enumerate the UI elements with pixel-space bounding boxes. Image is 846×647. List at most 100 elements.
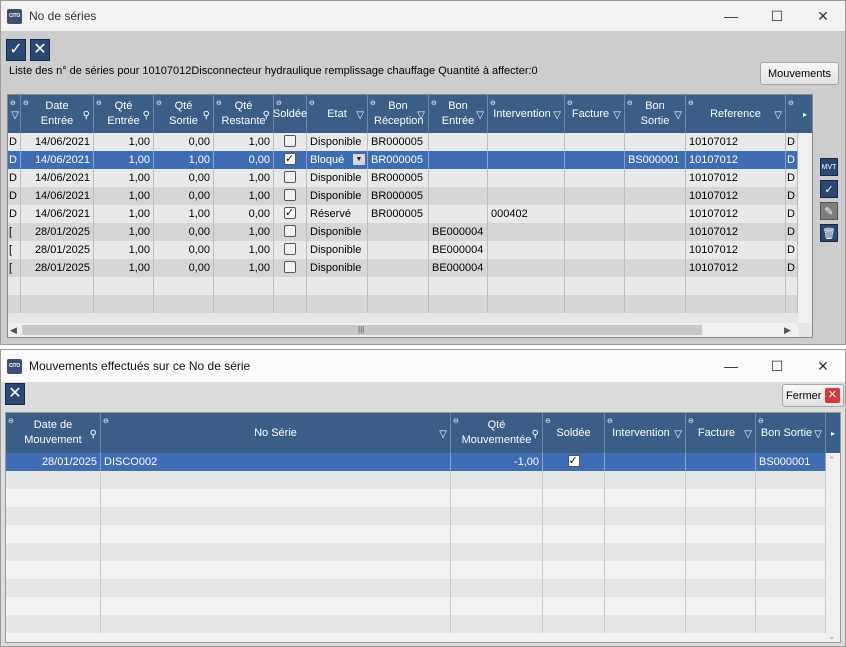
- mouvements-grid: ⊖ Date de Mouvement ⚲ ⊖ No Série ▽ ⊖ Qté Mouv…: [5, 412, 841, 643]
- scroll-right-arrow-icon[interactable]: ▶: [784, 323, 791, 337]
- table-row[interactable]: [28/01/2025 1,00 0,00 1,00 Disponible BE00000…: [8, 241, 798, 259]
- table-row[interactable]: [6, 489, 826, 507]
- series-hscroll[interactable]: ◀ ||| ▶: [8, 323, 798, 337]
- etat-dropdown-icon[interactable]: ▼: [353, 154, 365, 165]
- table-row[interactable]: D 14/06/2021 1,00 0,00 1,00 Disponible BR00000…: [8, 187, 798, 205]
- table-row[interactable]: [6, 543, 826, 561]
- maximize-icon[interactable]: ☐: [754, 1, 800, 31]
- cell-intervention: [488, 151, 565, 169]
- col-header-intervention[interactable]: ⊖ Intervention ▽: [488, 95, 565, 133]
- scroll-right-icon[interactable]: ▸: [826, 413, 840, 453]
- mouvements-vscroll[interactable]: ⌃ ⌄: [826, 453, 840, 642]
- col-header-etat[interactable]: ⊖ Etat ▽: [307, 95, 368, 133]
- col-header-bon-reception[interactable]: ⊖ Bon Réception ▽: [368, 95, 429, 133]
- cell-entree: 1,00: [94, 205, 154, 223]
- col-header-bon-sortie[interactable]: ⊖ Bon Sortie ▽: [756, 413, 826, 453]
- cell-last: D: [786, 169, 798, 187]
- cell-sortie: 1,00: [154, 205, 214, 223]
- close-icon[interactable]: ✕: [800, 350, 845, 382]
- col-header-facture[interactable]: ⊖ Facture ▽: [565, 95, 625, 133]
- soldee-checkbox[interactable]: [284, 135, 296, 148]
- table-row[interactable]: 28/01/2025DISCO002-1,00 BS000001: [6, 453, 826, 471]
- col-header-date-mouvement[interactable]: ⊖ Date de Mouvement ⚲: [6, 413, 101, 453]
- col-header-0[interactable]: ⊖ ▽: [8, 95, 21, 133]
- mvt-side-button[interactable]: MVT: [820, 158, 838, 176]
- cell-c0: D: [8, 169, 21, 187]
- delete-side-button[interactable]: 🗑: [820, 224, 838, 242]
- soldee-checkbox[interactable]: [284, 261, 296, 274]
- scroll-down-icon[interactable]: ⌄: [828, 631, 836, 642]
- col-header-soldee[interactable]: ⊖ Soldée: [543, 413, 605, 453]
- col-header-reference[interactable]: ⊖ Reference ▽: [686, 95, 786, 133]
- col-header-facture[interactable]: ⊖ Facture ▽: [686, 413, 756, 453]
- col-header-intervention[interactable]: ⊖ Intervention ▽: [605, 413, 686, 453]
- table-row[interactable]: [28/01/2025 1,00 0,00 1,00 Disponible BE00000…: [8, 223, 798, 241]
- close-red-icon: ✕: [825, 388, 840, 403]
- cell-reception: BR000005: [368, 151, 429, 169]
- empty-cell: [756, 579, 826, 597]
- soldee-checkbox[interactable]: [284, 205, 296, 222]
- col-header-no-serie[interactable]: ⊖ No Série ▽: [101, 413, 451, 453]
- table-row[interactable]: [6, 507, 826, 525]
- table-row[interactable]: [6, 525, 826, 543]
- col-header-qte-entree[interactable]: ⊖ Qté Entrée ⚲: [94, 95, 154, 133]
- empty-cell: [274, 277, 307, 295]
- table-row[interactable]: [28/01/2025 1,00 0,00 1,00 Disponible BE00000…: [8, 259, 798, 277]
- check-side-button[interactable]: ✓: [820, 180, 838, 198]
- table-row[interactable]: [8, 277, 798, 295]
- col-header-bon-sortie[interactable]: ⊖ Bon Sortie ▽: [625, 95, 686, 133]
- soldee-checkbox[interactable]: [284, 225, 296, 238]
- scroll-right-icon[interactable]: ▸: [798, 95, 812, 133]
- empty-cell: [625, 277, 686, 295]
- soldee-checkbox-cell: [274, 205, 307, 223]
- scroll-up-icon[interactable]: ⌃: [828, 455, 836, 466]
- table-row[interactable]: [6, 471, 826, 489]
- maximize-icon[interactable]: ☐: [754, 350, 800, 382]
- close-mouvements-button[interactable]: ✕: [5, 383, 25, 405]
- empty-cell: [488, 277, 565, 295]
- table-row[interactable]: [6, 615, 826, 633]
- col-header-13[interactable]: ⊖: [786, 95, 798, 133]
- table-row[interactable]: [6, 561, 826, 579]
- cancel-button[interactable]: ✕: [30, 39, 50, 61]
- cell-sortie: 0,00: [154, 187, 214, 205]
- cell-reception: BR000005: [368, 169, 429, 187]
- table-row[interactable]: D14/06/20211,001,000,00RéservéBR00000500…: [8, 205, 798, 223]
- soldee-checkbox[interactable]: [284, 189, 296, 202]
- cell-date: 14/06/2021: [21, 169, 94, 187]
- minimize-icon[interactable]: —: [708, 1, 754, 31]
- empty-cell: [6, 543, 101, 561]
- col-header-qte-sortie[interactable]: ⊖ Qté Sortie ⚲: [154, 95, 214, 133]
- empty-cell: [214, 277, 274, 295]
- series-vscroll[interactable]: ▸: [798, 95, 812, 323]
- edit-side-button[interactable]: ✎: [820, 202, 838, 220]
- fermer-button[interactable]: Fermer ✕: [782, 384, 844, 407]
- soldee-checkbox[interactable]: [284, 243, 296, 256]
- table-row[interactable]: [8, 295, 798, 313]
- col-header-date-entree[interactable]: ⊖ Date Entrée ⚲: [21, 95, 94, 133]
- col-header-qte-mouvementee[interactable]: ⊖ Qté Mouvementée ⚲: [451, 413, 543, 453]
- soldee-checkbox[interactable]: [567, 453, 580, 470]
- table-row[interactable]: D 14/06/2021 1,00 0,00 1,00 Disponible BR00000…: [8, 169, 798, 187]
- col-header-soldee[interactable]: ⊖ Soldée: [273, 95, 307, 133]
- table-row[interactable]: [6, 579, 826, 597]
- minimize-icon[interactable]: —: [708, 350, 754, 382]
- close-icon[interactable]: ✕: [800, 1, 845, 31]
- table-row[interactable]: [6, 597, 826, 615]
- soldee-checkbox[interactable]: [284, 171, 296, 184]
- cell-date: 14/06/2021: [21, 187, 94, 205]
- mouvements-button[interactable]: Mouvements: [760, 62, 839, 85]
- soldee-checkbox[interactable]: [284, 151, 296, 168]
- col-header-qte-restante[interactable]: ⊖ Qté Restante ⚲: [214, 95, 274, 133]
- empty-cell: [605, 525, 686, 543]
- table-row[interactable]: D14/06/20211,001,000,00Bloqué▼BR000005BS…: [8, 151, 798, 169]
- cell-etat: Disponible: [307, 223, 368, 241]
- cell-entree: 1,00: [94, 241, 154, 259]
- empty-cell: [543, 579, 605, 597]
- validate-button[interactable]: ✓: [6, 39, 26, 61]
- cell-reference: 10107012: [686, 241, 786, 259]
- table-row[interactable]: D 14/06/2021 1,00 0,00 1,00 Disponible BR00000…: [8, 133, 798, 151]
- col-header-bon-entree[interactable]: ⊖ Bon Entrée ▽: [429, 95, 488, 133]
- cell-bentree: [429, 205, 488, 223]
- scroll-left-arrow-icon[interactable]: ◀: [10, 323, 17, 337]
